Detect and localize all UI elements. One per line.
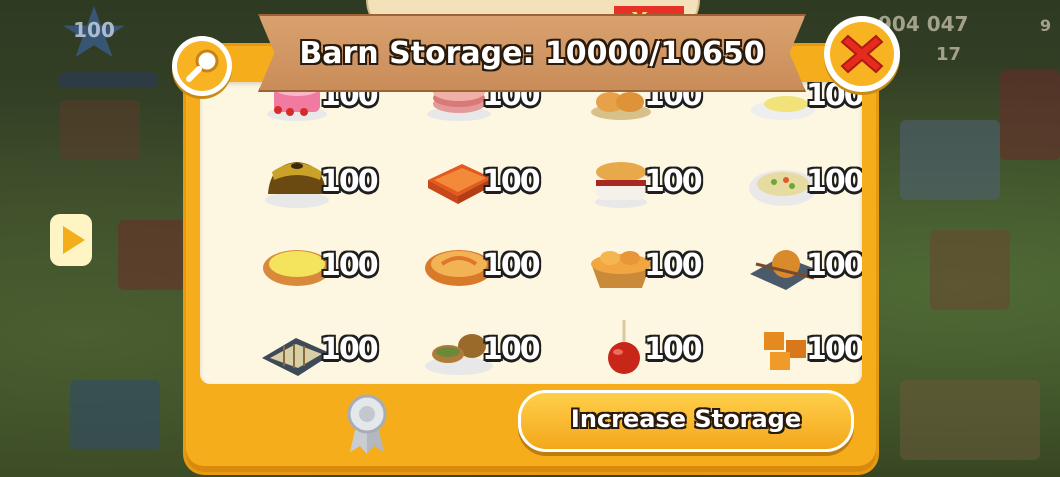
item-cell[interactable]: 100 <box>716 144 862 224</box>
item-count: 100 <box>644 332 703 367</box>
item-count: 100 <box>644 164 703 199</box>
item-count: 100 <box>806 332 862 367</box>
item-count: 100 <box>644 248 703 283</box>
background-building <box>1000 70 1060 160</box>
item-count: 100 <box>806 248 862 283</box>
ribbon-medal-icon[interactable] <box>340 392 394 454</box>
item-cell[interactable]: 100 <box>392 144 554 224</box>
background-shed <box>900 120 1000 200</box>
xp-bar <box>58 72 158 88</box>
item-count: 100 <box>320 164 379 199</box>
diamonds-counter: 17 <box>936 44 962 65</box>
search-button[interactable] <box>172 36 232 96</box>
corner-counter: 9 <box>1040 16 1052 35</box>
increase-storage-button[interactable]: Increase Storage <box>518 390 854 452</box>
search-icon <box>186 49 219 82</box>
search-button-face <box>177 41 227 91</box>
increase-storage-label: Increase Storage <box>570 405 802 433</box>
item-cell[interactable]: 100 <box>230 144 392 224</box>
item-count: 100 <box>806 164 862 199</box>
item-cell[interactable]: 100 <box>230 228 392 308</box>
background-house <box>60 100 140 160</box>
item-cell[interactable]: 100 <box>554 228 716 308</box>
item-cell[interactable]: 100 <box>392 228 554 308</box>
item-grid: 100 100 100 100 100 100 100 100 100 100 … <box>200 82 862 384</box>
level-number: 100 <box>73 18 115 42</box>
background-well <box>930 230 1010 310</box>
background-plant <box>900 380 1040 460</box>
storage-panel[interactable]: 100 100 100 100 100 100 100 100 100 100 … <box>200 82 862 384</box>
background-crate <box>70 380 160 450</box>
item-count: 100 <box>320 332 379 367</box>
item-cell[interactable]: 100 <box>230 312 392 384</box>
item-count: 100 <box>320 248 379 283</box>
item-count: 100 <box>482 332 541 367</box>
item-count: 100 <box>482 164 541 199</box>
item-cell[interactable]: 100 <box>554 312 716 384</box>
item-count: 100 <box>482 248 541 283</box>
close-button[interactable] <box>824 16 900 92</box>
expand-arrow-icon[interactable] <box>50 214 92 266</box>
dialog-title: Barn Storage: 10000/10650 <box>299 36 765 71</box>
item-cell[interactable]: 100 <box>716 228 862 308</box>
item-cell[interactable]: 100 <box>554 144 716 224</box>
background-market-stall <box>118 220 188 290</box>
item-cell[interactable]: 100 <box>716 312 862 384</box>
close-button-face <box>830 22 894 86</box>
close-icon <box>840 34 884 74</box>
item-cell[interactable]: 100 <box>392 312 554 384</box>
